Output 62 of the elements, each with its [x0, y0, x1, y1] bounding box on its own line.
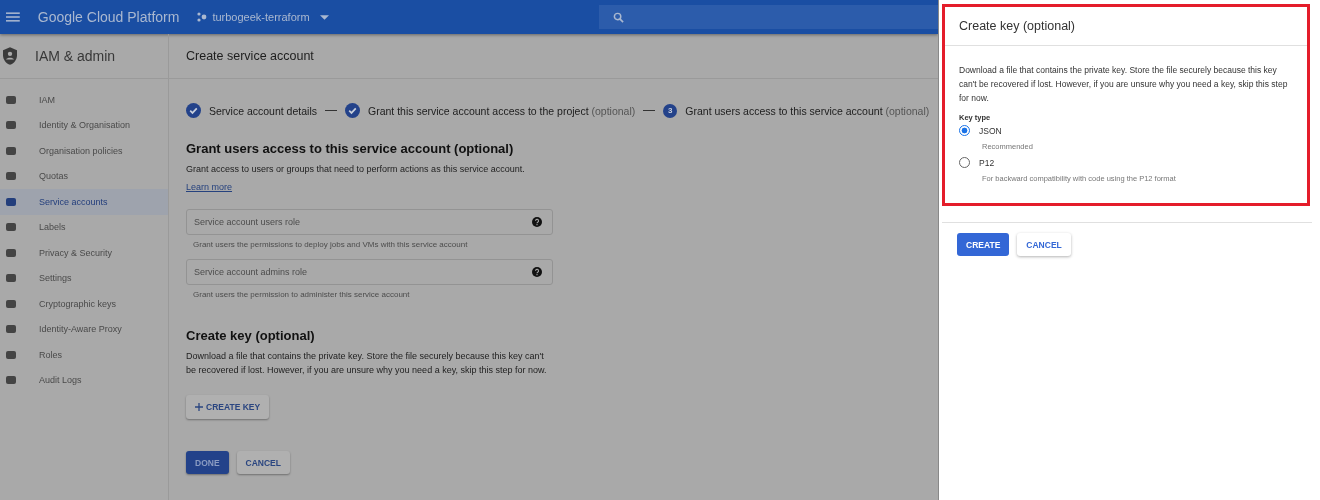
- section-heading: Grant users access to this service account (optional): [186, 141, 515, 156]
- form-button[interactable]: CANCEL: [236, 451, 290, 474]
- nav-icon: [6, 248, 16, 257]
- project-icon: [197, 12, 208, 22]
- search-icon: [612, 11, 624, 23]
- sidebar-item[interactable]: Audit Logs: [0, 367, 168, 393]
- panel-description: Download a file that contains the private key. Store the file securely because this key can't be recovered if lost. However, if you are unsure why you need a key, skip this step for now.: [959, 64, 1289, 105]
- sidebar-item[interactable]: Identity-Aware Proxy: [0, 316, 168, 342]
- plus-icon: [195, 403, 203, 411]
- shield-icon: [3, 47, 17, 65]
- step-separator: [325, 110, 337, 111]
- option-label: JSON: [979, 125, 1002, 136]
- nav-icon: [6, 350, 16, 359]
- step-separator: [643, 110, 656, 111]
- section-description: Download a file that contains the private key. Store the file securely because this key can't be recovered if lost. However, if you are unsure why you need a key, skip this step for now.: [186, 350, 548, 377]
- radio-button[interactable]: [959, 125, 970, 136]
- panel-button[interactable]: CANCEL: [1017, 233, 1071, 256]
- caret-icon: [319, 14, 329, 20]
- nav-icon: [6, 376, 16, 385]
- sidebar-item[interactable]: Roles: [0, 342, 168, 368]
- nav-icon: [6, 325, 16, 334]
- page-title: Create service account: [186, 49, 314, 63]
- section-title: IAM & admin: [35, 48, 116, 64]
- field-hint: Grant users the permissions to deploy jobs and VMs with this service account: [193, 240, 469, 249]
- sidebar-item[interactable]: IAM: [0, 87, 168, 113]
- sidebar-item[interactable]: Settings: [0, 265, 168, 291]
- search-field[interactable]: [598, 5, 938, 29]
- step-label: Grant this service account access to the project (optional): [368, 104, 636, 117]
- role-field[interactable]: Service account users role: [186, 209, 553, 235]
- sidebar-item[interactable]: Privacy & Security: [0, 240, 168, 266]
- help-icon[interactable]: [532, 217, 542, 227]
- nav-icon: [6, 299, 16, 308]
- app-title: Google Cloud Platform: [37, 9, 180, 25]
- form-button[interactable]: DONE: [186, 451, 229, 474]
- role-field[interactable]: Service account admins role: [186, 259, 553, 285]
- sidebar-item[interactable]: Service accounts: [0, 189, 168, 215]
- sidebar-item[interactable]: Organisation policies: [0, 138, 168, 164]
- nav-icon: [6, 223, 16, 232]
- sidebar-item[interactable]: Labels: [0, 214, 168, 240]
- section-heading: Create key (optional): [186, 328, 316, 343]
- step-label: Grant users access to this service account (optional): [685, 104, 930, 117]
- sidebar-item[interactable]: Quotas: [0, 163, 168, 189]
- section-description: Grant access to users or groups that need to perform actions as this service account.: [186, 163, 526, 176]
- project-selector[interactable]: turbogeek-terraform: [197, 11, 329, 23]
- panel-title: Create key (optional): [945, 7, 1307, 46]
- step-number: 3: [663, 103, 678, 118]
- help-icon[interactable]: [532, 267, 542, 277]
- sidebar-item[interactable]: Cryptographic keys: [0, 291, 168, 317]
- menu-icon[interactable]: [6, 12, 20, 22]
- learn-more-link[interactable]: Learn more: [186, 182, 233, 192]
- nav-icon: [6, 197, 16, 206]
- nav-icon: [6, 95, 16, 104]
- panel-button[interactable]: CREATE: [957, 233, 1010, 256]
- nav-icon: [6, 172, 16, 181]
- nav-icon: [6, 274, 16, 283]
- nav-icon: [6, 121, 16, 130]
- step-label: Service account details: [209, 104, 317, 117]
- sidebar-item[interactable]: Identity & Organisation: [0, 112, 168, 138]
- create-key-button[interactable]: CREATE KEY: [186, 395, 270, 419]
- option-label: P12: [979, 157, 995, 168]
- field-hint: Grant users the permission to administer this service account: [193, 290, 411, 299]
- nav-icon: [6, 146, 16, 155]
